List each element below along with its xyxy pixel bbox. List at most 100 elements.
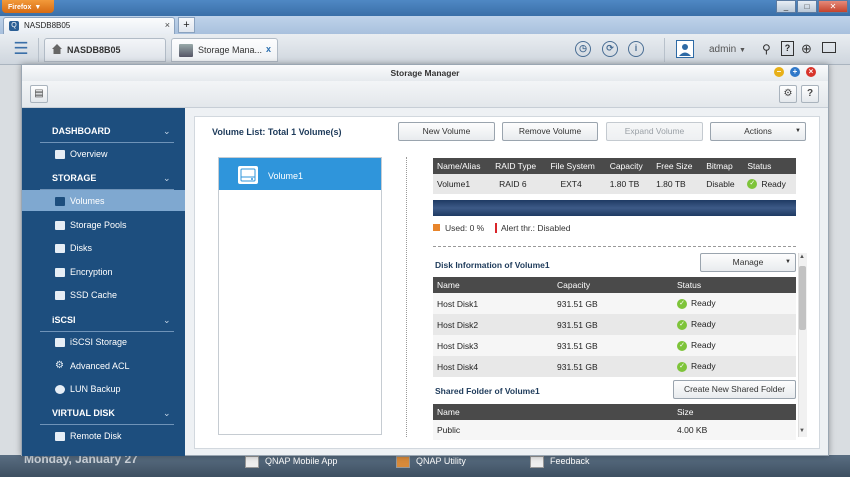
tab-storage-manager[interactable]: Storage Mana... x [171, 38, 278, 62]
monitor-icon[interactable] [822, 42, 836, 53]
table-row[interactable]: Host Disk2 931.51 GB ✓ Ready [433, 314, 796, 335]
minimize-window-button[interactable]: _ [776, 0, 796, 13]
sidebar-item-advanced-acl[interactable]: Advanced ACL [70, 361, 130, 371]
sidebar-item-iscsi-storage[interactable]: iSCSI Storage [70, 337, 127, 347]
sidebar-item-encryption[interactable]: Encryption [70, 267, 113, 277]
storage-app-icon [179, 44, 193, 57]
shared-folder-title: Shared Folder of Volume1 [435, 386, 540, 396]
user-avatar-icon[interactable] [676, 40, 694, 58]
table-row[interactable]: Volume1 RAID 6 EXT4 1.80 TB 1.80 TB Disa… [433, 174, 796, 194]
search-icon[interactable]: ⚲ [762, 42, 771, 56]
used-legend: Used: 0 % [433, 223, 484, 233]
volume-table: Name/Alias RAID Type File System Capacit… [433, 158, 796, 194]
phone-icon [245, 456, 259, 468]
close-tab-icon[interactable]: x [266, 44, 271, 54]
info-icon[interactable]: i [628, 41, 644, 57]
sidebar-section-virtual-disk[interactable]: VIRTUAL DISK [52, 408, 115, 418]
help-icon[interactable]: ? [781, 41, 794, 56]
create-shared-folder-button[interactable]: Create New Shared Folder [673, 380, 796, 399]
chevron-down-icon[interactable]: ⌄ [163, 408, 171, 419]
column-header: Capacity [605, 158, 653, 174]
dock-item-feedback[interactable]: Feedback [530, 456, 590, 468]
sidebar-section-iscsi[interactable]: iSCSI [52, 315, 76, 325]
home-icon [52, 44, 62, 54]
scroll-up-icon[interactable]: ▲ [799, 254, 805, 260]
browser-tab[interactable]: Q NASDB8B05 × [3, 17, 175, 34]
table-cell: RAID 6 [491, 174, 547, 194]
sync-icon[interactable]: ⟳ [602, 41, 618, 57]
storage-pool-icon [55, 221, 65, 230]
close-icon[interactable]: × [806, 67, 816, 77]
used-label: Used: 0 % [445, 223, 485, 233]
sidebar-item-ssd-cache[interactable]: SSD Cache [70, 290, 117, 300]
divider [38, 38, 39, 62]
chevron-down-icon[interactable]: ⌄ [163, 173, 171, 184]
sidebar-item-volumes[interactable]: Volumes [70, 196, 105, 206]
volume-list [218, 157, 382, 435]
sidebar-item-remote-disk[interactable]: Remote Disk [70, 431, 122, 441]
table-cell: 931.51 GB [553, 356, 673, 377]
column-header: Free Size [652, 158, 703, 174]
main-menu-icon[interactable]: ☰ [10, 38, 32, 60]
actions-dropdown[interactable]: Actions ▼ [710, 122, 806, 141]
status-text: Ready [691, 319, 716, 330]
overview-icon [55, 150, 65, 159]
chevron-down-icon[interactable]: ⌄ [163, 126, 171, 137]
gear-icon[interactable]: ⚙ [779, 85, 797, 103]
sidebar-section-storage[interactable]: STORAGE [52, 173, 96, 183]
table-cell: 4.00 KB [673, 420, 796, 440]
table-cell: 931.51 GB [553, 335, 673, 356]
sidebar-item-overview[interactable]: Overview [70, 149, 108, 159]
sidebar-section-dashboard[interactable]: DASHBOARD [52, 126, 111, 136]
utility-icon [396, 456, 410, 468]
browser-tab-title: NASDB8B05 [24, 21, 71, 30]
maximize-window-button[interactable]: □ [797, 0, 817, 13]
disk-info-title: Disk Information of Volume1 [435, 260, 550, 270]
scroll-down-icon[interactable]: ▼ [799, 428, 805, 434]
divider [40, 189, 174, 190]
chevron-down-icon[interactable]: ⌄ [163, 315, 171, 326]
username: admin [709, 44, 737, 55]
close-tab-icon[interactable]: × [165, 20, 170, 30]
column-header: Capacity [553, 277, 673, 293]
gear-icon: ⚙ [55, 360, 64, 371]
scrollbar-thumb[interactable] [799, 266, 806, 330]
clock-icon[interactable]: ◷ [575, 41, 591, 57]
alert-swatch [495, 223, 497, 233]
minimize-icon[interactable]: – [774, 67, 784, 77]
divider [40, 424, 174, 425]
maximize-icon[interactable]: + [790, 67, 800, 77]
table-cell: 1.80 TB [652, 174, 703, 194]
panel-toggle-icon[interactable]: ▤ [30, 85, 48, 103]
manage-dropdown[interactable]: Manage ▼ [700, 253, 796, 272]
globe-icon[interactable]: ⊕ [801, 41, 812, 57]
sidebar-item-storage-pools[interactable]: Storage Pools [70, 220, 127, 230]
tab-host[interactable]: NASDB8B05 [44, 38, 166, 62]
dock-item-utility[interactable]: QNAP Utility [396, 456, 466, 468]
divider [433, 246, 796, 247]
backup-icon [55, 385, 65, 394]
sidebar-item-lun-backup[interactable]: LUN Backup [70, 384, 121, 394]
tab-host-label: NASDB8B05 [67, 45, 121, 55]
close-window-button[interactable]: ✕ [818, 0, 848, 13]
ssd-icon [55, 291, 65, 300]
table-row[interactable]: Host Disk4 931.51 GB ✓ Ready [433, 356, 796, 377]
sidebar-item-disks[interactable]: Disks [70, 243, 92, 253]
user-menu[interactable]: admin ▼ [709, 44, 746, 55]
table-row[interactable]: Host Disk1 931.51 GB ✓ Ready [433, 293, 796, 314]
firefox-menu-button[interactable]: Firefox ▼ [2, 0, 54, 13]
new-tab-button[interactable]: + [178, 17, 195, 33]
window-title: Storage Manager [22, 65, 828, 81]
chevron-down-icon: ▼ [785, 259, 791, 265]
new-volume-button[interactable]: New Volume [398, 122, 495, 141]
expand-volume-button[interactable]: Expand Volume [606, 122, 703, 141]
table-cell: Host Disk1 [433, 293, 553, 314]
remove-volume-button[interactable]: Remove Volume [502, 122, 598, 141]
checkmark-icon: ✓ [677, 361, 687, 372]
help-icon[interactable]: ? [801, 85, 819, 103]
sidebar [22, 108, 185, 456]
dock-item-mobile-app[interactable]: QNAP Mobile App [245, 456, 337, 468]
table-row[interactable]: Public 4.00 KB [433, 420, 796, 440]
status-text: Ready [691, 340, 716, 351]
table-row[interactable]: Host Disk3 931.51 GB ✓ Ready [433, 335, 796, 356]
